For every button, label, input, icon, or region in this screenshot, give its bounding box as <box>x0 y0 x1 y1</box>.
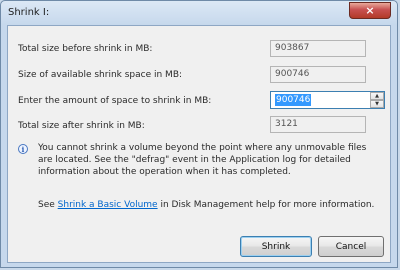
shrink-button[interactable]: Shrink <box>240 236 312 257</box>
shrink-amount-spinbox[interactable]: 900746 ▲ ▼ <box>270 91 385 109</box>
spin-down-button[interactable]: ▼ <box>370 100 384 108</box>
dialog-title: Shrink I: <box>8 7 50 18</box>
shrink-amount-input[interactable]: 900746 <box>275 94 312 106</box>
total-size-after-field: 3121 <box>270 116 366 133</box>
help-link[interactable]: Shrink a Basic Volume <box>58 200 158 210</box>
arrow-up-icon: ▲ <box>375 93 379 99</box>
close-icon: × <box>365 4 375 17</box>
dialog-body: Total size before shrink in MB: 903867 S… <box>7 25 391 263</box>
total-size-before-field: 903867 <box>270 40 366 57</box>
total-size-after-label: Total size after shrink in MB: <box>18 121 145 131</box>
spin-up-button[interactable]: ▲ <box>370 92 384 100</box>
available-shrink-space-field: 900746 <box>270 66 366 83</box>
help-text: See Shrink a Basic Volume in Disk Manage… <box>38 200 374 210</box>
cancel-button[interactable]: Cancel <box>318 236 384 257</box>
title-bar[interactable]: Shrink I: × <box>1 1 397 25</box>
shrink-dialog: Shrink I: × Total size before shrink in … <box>0 0 398 268</box>
arrow-down-icon: ▼ <box>375 101 379 107</box>
shrink-amount-label: Enter the amount of space to shrink in M… <box>18 96 212 106</box>
info-message: You cannot shrink a volume beyond the po… <box>38 143 367 177</box>
spinner-buttons: ▲ ▼ <box>370 92 384 108</box>
available-shrink-space-label: Size of available shrink space in MB: <box>18 70 183 80</box>
help-prefix: See <box>38 200 58 210</box>
info-icon: i <box>18 144 28 154</box>
total-size-before-label: Total size before shrink in MB: <box>18 44 153 54</box>
help-suffix: in Disk Management help for more informa… <box>157 200 375 210</box>
close-button[interactable]: × <box>349 2 391 19</box>
